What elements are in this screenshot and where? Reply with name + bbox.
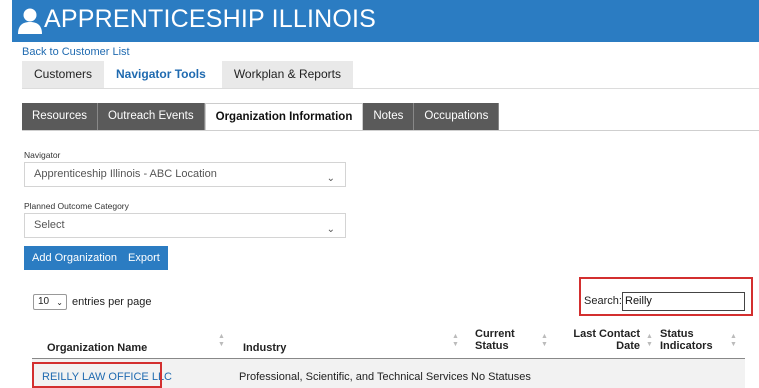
current-status-cell: No Statuses [471,371,531,383]
chevron-down-icon: ⌄ [326,224,335,235]
app-title: APPRENTICESHIP ILLINOIS [44,5,377,33]
industry-cell: Professional, Scientific, and Technical … [239,371,469,383]
sort-up-icon[interactable]: ▲ [452,333,459,340]
navigator-label: Navigator [24,150,61,160]
add-organization-button[interactable]: Add Organization [24,246,125,270]
column-header-industry[interactable]: Industry [243,342,286,354]
tab-occupations[interactable]: Occupations [414,103,500,130]
entries-select[interactable]: 10 ⌄ [33,294,67,310]
sort-up-icon[interactable]: ▲ [541,333,548,340]
sort-down-icon[interactable]: ▼ [646,341,653,348]
sub-tabs: Resources Outreach Events Organization I… [22,103,500,130]
app-header: APPRENTICESHIP ILLINOIS [12,0,759,42]
search-label: Search: [584,295,622,307]
chevron-down-icon: ⌄ [56,298,63,307]
organization-highlight-box [32,362,162,388]
column-header-current-status[interactable]: Current Status [475,328,525,352]
sub-tabs-divider [22,130,759,131]
column-header-last-contact-date[interactable]: Last Contact Date [560,328,640,352]
entries-label: entries per page [72,296,152,308]
tab-workplan-reports[interactable]: Workplan & Reports [221,61,353,88]
sort-up-icon[interactable]: ▲ [730,333,737,340]
sort-up-icon[interactable]: ▲ [218,333,225,340]
planned-outcome-select[interactable]: Select ⌄ [24,213,346,238]
sort-down-icon[interactable]: ▼ [218,341,225,348]
chevron-down-icon: ⌄ [326,173,335,184]
sort-down-icon[interactable]: ▼ [452,341,459,348]
user-icon [18,8,42,34]
tab-organization-information[interactable]: Organization Information [204,103,364,130]
tab-notes[interactable]: Notes [363,103,415,130]
sort-down-icon[interactable]: ▼ [541,341,548,348]
column-header-organization-name[interactable]: Organization Name [47,342,147,354]
tabs-divider [22,88,759,89]
top-tabs: Customers Navigator Tools Workplan & Rep… [22,61,353,88]
navigator-select[interactable]: Apprenticeship Illinois - ABC Location ⌄ [24,162,346,187]
tab-navigator-tools[interactable]: Navigator Tools [104,61,218,88]
entries-per-page: 10 ⌄ entries per page [33,294,152,310]
sort-up-icon[interactable]: ▲ [646,333,653,340]
entries-select-value: 10 [38,296,50,307]
back-to-customer-list-link[interactable]: Back to Customer List [22,46,130,58]
search-input[interactable]: Reilly [622,292,745,311]
tab-resources[interactable]: Resources [22,103,98,130]
tab-customers[interactable]: Customers [22,61,105,88]
navigator-select-value: Apprenticeship Illinois - ABC Location [34,168,217,180]
export-button[interactable]: Export [120,246,168,270]
planned-outcome-label: Planned Outcome Category [24,201,129,211]
sort-down-icon[interactable]: ▼ [730,341,737,348]
column-header-status-indicators[interactable]: Status Indicators [660,328,720,352]
planned-outcome-select-value: Select [34,219,65,231]
tab-outreach-events[interactable]: Outreach Events [97,103,205,130]
